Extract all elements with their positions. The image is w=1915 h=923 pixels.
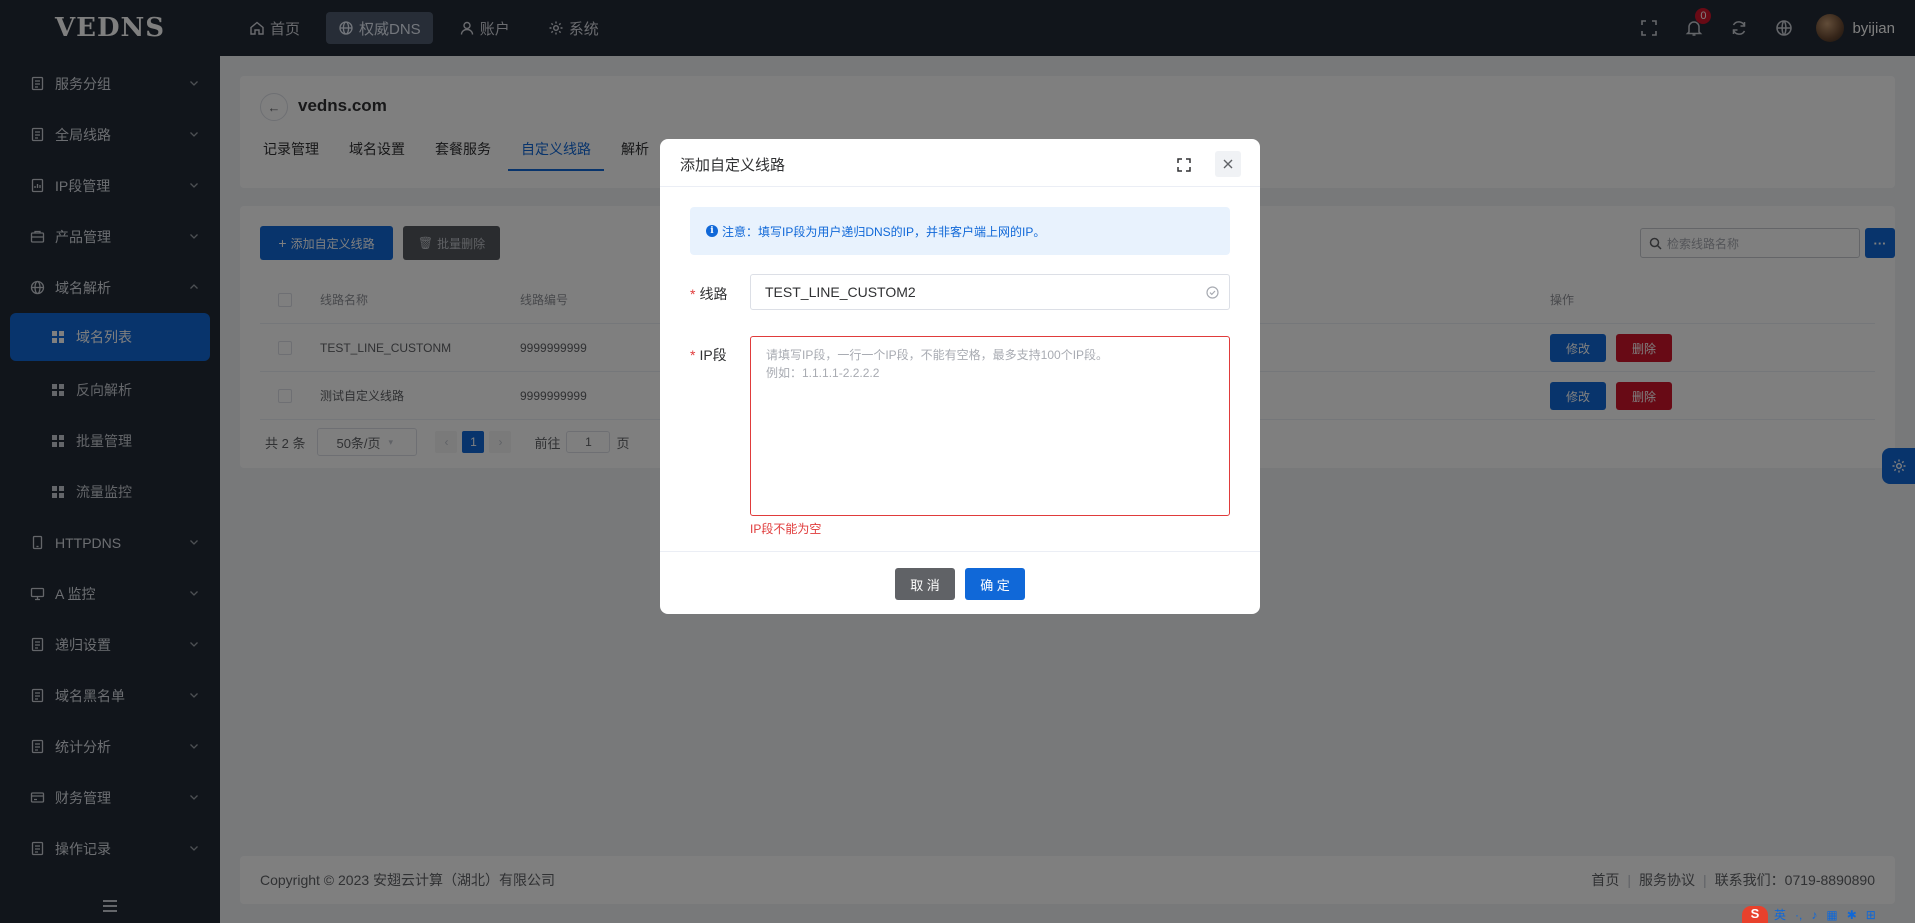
ip-segment-label: * IP段 (690, 347, 727, 363)
ip-error-message: IP段不能为空 (750, 522, 822, 536)
ip-placeholder-line2: 例如：1.1.1.1-2.2.2.2 (766, 366, 880, 380)
microphone-icon: ♪ (1811, 907, 1818, 922)
keyboard-icon: ▦ (1826, 907, 1838, 922)
grid-icon: ⊞ (1865, 907, 1876, 922)
add-custom-line-dialog: 添加自定义线路 i 注意：填写IP段为用户递归DNS的IP，并非客户端上网的IP… (660, 139, 1260, 614)
close-icon (1223, 159, 1233, 169)
notice-alert: i 注意：填写IP段为用户递归DNS的IP，并非客户端上网的IP。 (690, 207, 1230, 255)
info-icon: i (706, 225, 718, 237)
ime-logo: S (1742, 906, 1768, 923)
cancel-button[interactable]: 取 消 (895, 568, 955, 600)
required-marker: * (690, 347, 696, 363)
ip-placeholder-line1: 请填写IP段，一行一个IP段，不能有空格，最多支持100个IP段。 (766, 348, 1109, 362)
maximize-icon[interactable] (1176, 157, 1192, 173)
dialog-close-button[interactable] (1215, 151, 1241, 177)
ime-lang: 英 (1774, 908, 1787, 922)
ime-toolbar[interactable]: S 英 ·, ♪ ▦ ✱ ⊞ (1742, 906, 1885, 923)
line-label: * 线路 (690, 286, 728, 302)
required-marker: * (690, 286, 696, 302)
line-name-input[interactable]: TEST_LINE_CUSTOM2 (750, 274, 1230, 310)
skin-icon: ✱ (1846, 907, 1857, 922)
dialog-title: 添加自定义线路 (680, 157, 786, 174)
notice-text: 注意：填写IP段为用户递归DNS的IP，并非客户端上网的IP。 (722, 224, 1046, 239)
divider (660, 551, 1260, 552)
ime-punct: ·, (1795, 907, 1803, 922)
confirm-button[interactable]: 确 定 (965, 568, 1025, 600)
check-circle-icon (1206, 286, 1219, 299)
ip-segment-textarea[interactable]: 请填写IP段，一行一个IP段，不能有空格，最多支持100个IP段。 例如：1.1… (750, 336, 1230, 516)
divider (660, 186, 1260, 187)
